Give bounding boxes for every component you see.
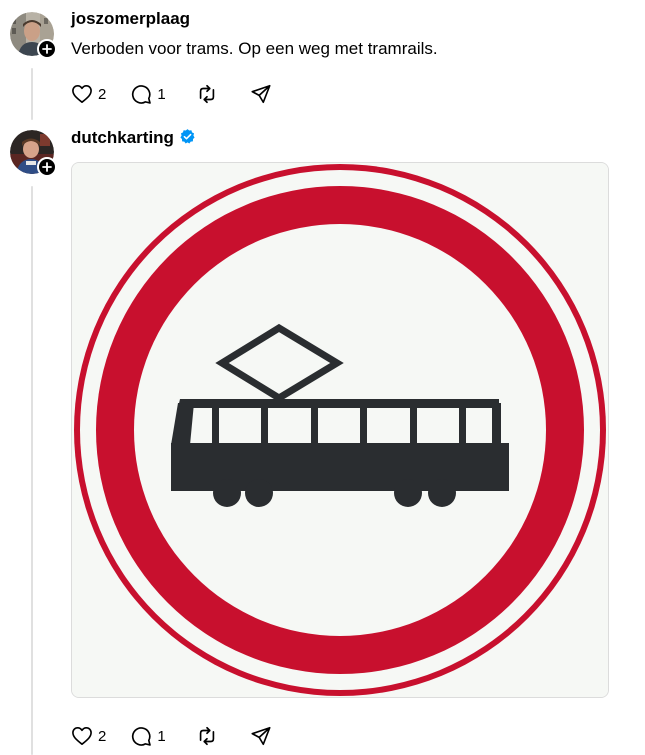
follow-button[interactable]: [37, 39, 57, 59]
username[interactable]: joszomerplaag: [71, 9, 190, 29]
share-icon: [251, 726, 271, 746]
like-button[interactable]: 2: [71, 81, 106, 107]
post-text: Verboden voor trams. Op een weg met tram…: [71, 39, 438, 58]
like-count: 2: [98, 85, 107, 103]
comment-icon: [132, 727, 152, 746]
verified-icon: [180, 129, 195, 144]
tram-prohibited-sign: [72, 163, 608, 697]
repost-icon: [199, 84, 214, 104]
reply-button[interactable]: 1: [130, 81, 166, 107]
plus-icon: [42, 162, 52, 172]
post-actions: 2 1: [71, 723, 272, 749]
heart-icon: [72, 85, 92, 103]
follow-button[interactable]: [37, 157, 57, 177]
thread-line: [31, 186, 33, 755]
share-icon: [251, 84, 271, 104]
like-count: 2: [98, 727, 107, 745]
username-text: dutchkarting: [71, 128, 174, 147]
thread-line: [31, 68, 33, 120]
post-actions: 2 1: [71, 81, 272, 107]
heart-icon: [72, 727, 92, 745]
plus-icon: [42, 44, 52, 54]
share-button[interactable]: [250, 723, 272, 749]
repost-button[interactable]: [196, 81, 218, 107]
comment-icon: [132, 85, 152, 104]
avatar[interactable]: [10, 130, 57, 177]
repost-button[interactable]: [196, 723, 218, 749]
reply-count: 1: [157, 727, 166, 745]
repost-icon: [199, 726, 214, 746]
username[interactable]: dutchkarting: [71, 128, 196, 148]
post-image[interactable]: [71, 162, 609, 698]
reply-button[interactable]: 1: [130, 723, 166, 749]
reply-count: 1: [157, 85, 166, 103]
avatar[interactable]: [10, 12, 57, 59]
like-button[interactable]: 2: [71, 723, 106, 749]
share-button[interactable]: [250, 81, 272, 107]
